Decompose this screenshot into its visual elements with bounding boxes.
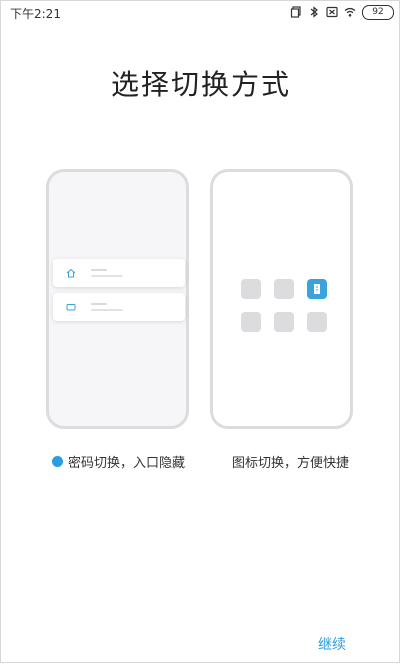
copy-icon — [290, 6, 301, 18]
app-tile — [274, 312, 294, 332]
home-icon — [66, 268, 76, 278]
app-tile — [241, 312, 261, 332]
option-password-text: 密码切换，入口隐藏 — [68, 456, 186, 471]
app-tile — [307, 312, 327, 332]
option-icon-label[interactable]: 图标切换，方便快捷 — [232, 452, 349, 471]
continue-button[interactable]: 继续 — [318, 634, 346, 654]
status-time: 下午2:21 — [10, 7, 61, 21]
preview-entry-home — [53, 259, 185, 287]
bluetooth-icon — [310, 6, 318, 18]
note-icon — [314, 284, 320, 294]
app-tile-active — [307, 279, 327, 299]
app-tile — [241, 279, 261, 299]
option-icon-text: 图标切换，方便快捷 — [232, 456, 350, 471]
option-icon-preview[interactable] — [210, 169, 353, 429]
silent-icon — [326, 6, 338, 18]
option-password-preview[interactable] — [46, 169, 189, 429]
option-password-label[interactable]: 密码切换，入口隐藏 — [52, 452, 185, 471]
app-tile — [274, 279, 294, 299]
preview-entry-folder — [53, 293, 185, 321]
battery-icon: 92 — [362, 4, 394, 20]
folder-icon — [66, 304, 76, 311]
wifi-icon — [344, 7, 356, 17]
selected-radio-icon — [52, 456, 63, 467]
page-title: 选择切换方式 — [110, 68, 291, 101]
status-icons: 92 — [290, 4, 394, 20]
status-bar: 下午2:21 92 — [0, 0, 402, 24]
